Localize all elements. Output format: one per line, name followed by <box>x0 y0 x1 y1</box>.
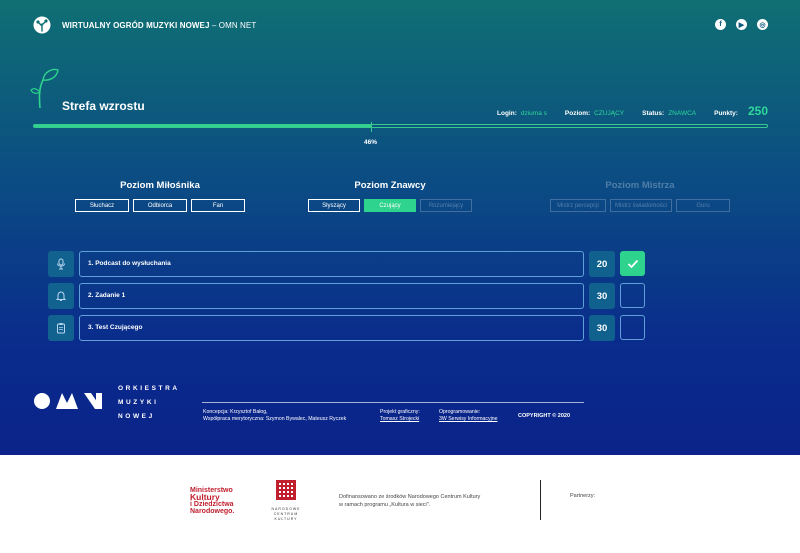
credits-concept: Koncepcja: Krzysztof Bałog, Współpraca m… <box>203 409 346 423</box>
youtube-icon[interactable]: ▶ <box>736 19 747 30</box>
design-link[interactable]: Tomasz Strojecki <box>380 416 419 422</box>
user-stats: Login: dziuma s Poziom: CZUJĄCY Status: … <box>497 104 768 118</box>
task-checkbox[interactable] <box>620 283 645 308</box>
ministry-logo[interactable]: Ministerstwo Kultury i Dziedzictwa Narod… <box>190 487 234 515</box>
progress-label: 46% <box>364 139 378 146</box>
site-title-suffix: – OMN NET <box>209 21 257 30</box>
sprout-icon <box>30 68 59 108</box>
design-label: Projekt graficzny: <box>380 409 420 415</box>
progress-bar <box>33 122 768 132</box>
omn-line: MUZYKI <box>118 399 159 406</box>
omn-circle-icon <box>34 393 50 409</box>
login-value: dziuma s <box>520 110 547 117</box>
partners-label: Partnerzy: <box>570 493 596 499</box>
check-icon <box>627 259 638 268</box>
omn-logo[interactable] <box>34 393 102 409</box>
omn-line: ORKIESTRA <box>118 385 180 392</box>
level-znawcy: Poziom Znawcy Słyszący Czujący Rozumieją… <box>300 180 480 212</box>
site-title[interactable]: WIRTUALNY OGRÓD MUZYKI NOWEJ – OMN NET <box>62 21 256 30</box>
instagram-icon[interactable]: ◎ <box>757 19 768 30</box>
progress-fill <box>34 125 371 127</box>
ministry-line: Narodowego. <box>190 508 235 515</box>
nck-emblem-icon <box>276 480 296 500</box>
sponsor-band: Ministerstwo Kultury i Dziedzictwa Narod… <box>0 455 800 553</box>
chip-odbiorca[interactable]: Odbiorca <box>133 199 187 212</box>
tree-logo-icon[interactable] <box>33 16 51 34</box>
microphone-icon <box>48 251 74 277</box>
clipboard-icon <box>48 315 74 341</box>
copyright: COPYRIGHT © 2020 <box>518 413 571 419</box>
task-row[interactable]: 1. Podcast do wysłuchania 20 <box>48 251 646 277</box>
ministry-line: i Dziedzictwa <box>190 501 234 508</box>
task-label[interactable]: 3. Test Czującego <box>79 315 584 341</box>
omn-n-icon <box>84 393 102 409</box>
software-link[interactable]: 3W Serwisy Informacyjne <box>439 416 498 422</box>
progress-marker <box>371 122 372 132</box>
omn-wordmark: ORKIESTRA MUZYKI NOWEJ <box>118 382 180 424</box>
task-row[interactable]: 2. Zadanie 1 30 <box>48 283 646 309</box>
ministry-line: Kultury <box>190 492 220 502</box>
task-checkbox[interactable] <box>620 315 645 340</box>
nck-logo[interactable]: NARODOWE CENTRUM KULTURY <box>270 480 302 522</box>
credits-design: Projekt graficzny: Tomasz Strojecki <box>380 409 420 423</box>
task-label[interactable]: 1. Podcast do wysłuchania <box>79 251 584 277</box>
nck-text: NARODOWE CENTRUM KULTURY <box>271 507 301 521</box>
chip-mistrz-swiadomosci: Mistrz świadomości <box>610 199 672 212</box>
top-bar: WIRTUALNY OGRÓD MUZYKI NOWEJ – OMN NET f… <box>0 0 800 52</box>
social-links: f ▶ ◎ <box>715 19 768 30</box>
chip-slyszacy[interactable]: Słyszący <box>308 199 360 212</box>
sponsor-divider <box>540 480 541 520</box>
software-label: Oprogramowanie: <box>439 409 481 415</box>
chip-fan[interactable]: Fan <box>191 199 245 212</box>
zone-title: Strefa wzrostu <box>62 99 145 113</box>
chip-guru: Guru <box>676 199 730 212</box>
credits-software: Oprogramowanie: 3W Serwisy Informacyjne <box>439 409 498 423</box>
level-label: Poziom: <box>564 110 591 117</box>
site-title-main: WIRTUALNY OGRÓD MUZYKI NOWEJ <box>62 21 210 30</box>
task-points: 20 <box>589 251 615 277</box>
funding-line: w ramach programu „Kultura w sieci". <box>339 502 431 508</box>
hero-section: WIRTUALNY OGRÓD MUZYKI NOWEJ – OMN NET f… <box>0 0 800 455</box>
status-label: Status: <box>642 110 665 117</box>
chip-mistrz-percepcji: Mistrz percepcji <box>550 199 606 212</box>
status-value: ZNAWCA <box>668 110 697 117</box>
level-title: Poziom Miłośnika <box>120 180 200 191</box>
level-mistrza: Poziom Mistrza Mistrz percepcji Mistrz ś… <box>545 180 735 212</box>
points-value: 250 <box>747 104 768 118</box>
chip-sluchacz[interactable]: Słuchacz <box>75 199 129 212</box>
login-label: Login: <box>497 110 517 117</box>
task-checkbox[interactable] <box>620 251 645 276</box>
level-title: Poziom Znawcy <box>354 180 426 191</box>
funding-note: Dofinansowano ze środków Narodowego Cent… <box>339 493 480 509</box>
bell-icon <box>48 283 74 309</box>
funding-line: Dofinansowano ze środków Narodowego Cent… <box>339 494 481 500</box>
chip-czujacy[interactable]: Czujący <box>364 199 416 212</box>
task-points: 30 <box>589 315 615 341</box>
task-label[interactable]: 2. Zadanie 1 <box>79 283 584 309</box>
omn-line: NOWEJ <box>118 413 155 420</box>
level-title: Poziom Mistrza <box>605 180 675 191</box>
cooperation-line: Współpraca merytoryczna: Szymon Bywalec,… <box>203 416 347 422</box>
level-milosnika: Poziom Miłośnika Słuchacz Odbiorca Fan <box>70 180 250 212</box>
facebook-icon[interactable]: f <box>715 19 726 30</box>
points-label: Punkty: <box>714 110 738 117</box>
task-row[interactable]: 3. Test Czującego 30 <box>48 315 646 341</box>
task-points: 30 <box>589 283 615 309</box>
concept-line: Koncepcja: Krzysztof Bałog, <box>203 409 268 415</box>
omn-m-icon <box>56 393 78 409</box>
footer-divider <box>202 402 584 403</box>
chip-rozumiejacy: Rozumiejący <box>420 199 472 212</box>
level-value: CZUJĄCY <box>594 110 625 117</box>
